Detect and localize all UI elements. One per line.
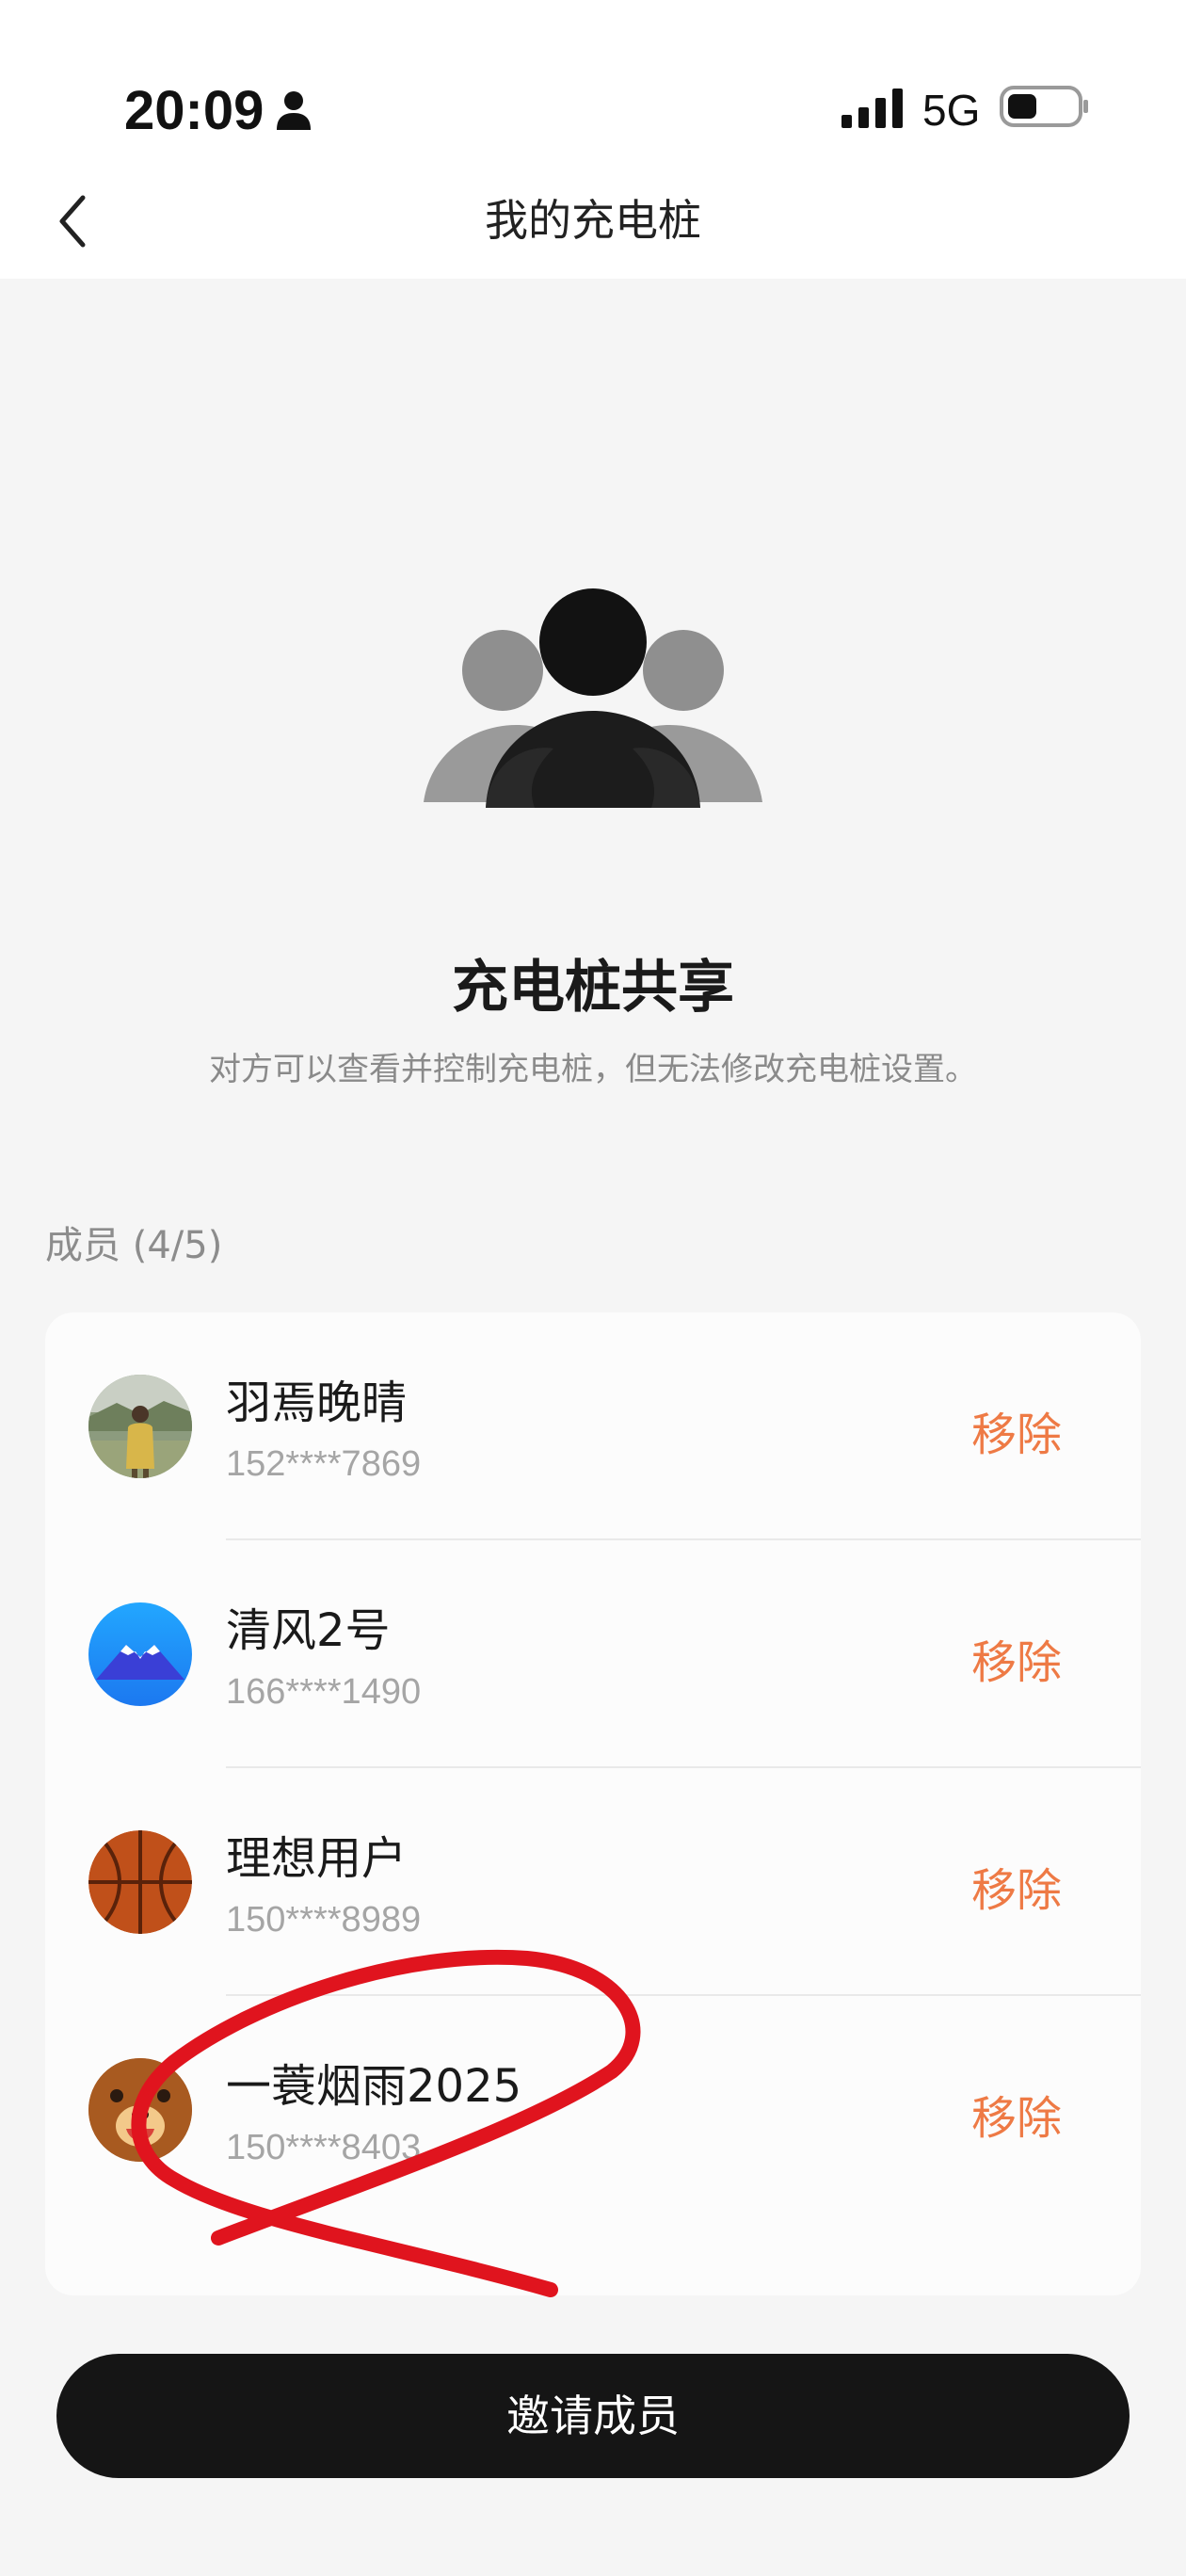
member-name: 羽焉晚晴 [226,1377,408,1429]
basketball-avatar [88,1830,192,1934]
group-icon [422,584,764,810]
member-name: 一蓑烟雨2025 [226,2060,522,2113]
remove-button[interactable]: 移除 [971,1853,1062,1919]
list-item: 一蓑烟雨2025 150****8403 移除 [45,1996,1141,2224]
page-title: 我的充电桩 [485,195,701,246]
list-item: 理想用户 150****8989 移除 [45,1768,1141,1996]
bear-avatar [88,2058,192,2162]
status-time: 20:09 [124,80,264,141]
member-phone: 152****7869 [226,1444,422,1484]
remove-button[interactable]: 移除 [971,2081,1062,2147]
nav-bar: 我的充电桩 [0,160,1186,279]
list-item: 羽焉晚晴 152****7869 移除 [45,1312,1141,1540]
battery-icon [1000,85,1090,128]
person-icon [275,90,313,130]
network-type: 5G [922,86,981,135]
member-list: 羽焉晚晴 152****7869 移除 清风2号 166****1490 移除 … [45,1312,1141,2295]
share-description: 对方可以查看并控制充电桩，但无法修改充电桩设置。 [209,1051,977,1088]
status-bar: 20:09 5G [0,0,1186,160]
share-title: 充电桩共享 [452,955,734,1021]
member-name: 清风2号 [226,1604,391,1657]
list-item: 清风2号 166****1490 移除 [45,1540,1141,1768]
member-phone: 166****1490 [226,1672,422,1712]
signal-icon [840,87,906,128]
remove-button[interactable]: 移除 [971,1625,1062,1691]
mountain-avatar [88,1602,192,1706]
remove-button[interactable]: 移除 [971,1397,1062,1463]
page: 20:09 5G 我的充电桩 充电桩共享 对方可以查看并控制充电桩，但无法修改充… [0,0,1186,2576]
photo-avatar [88,1375,192,1478]
invite-member-button[interactable]: 邀请成员 [56,2354,1130,2478]
member-name: 理想用户 [226,1832,408,1885]
member-phone: 150****8989 [226,1900,422,1940]
members-label: 成员 (4/5) [45,1224,223,1267]
member-phone: 150****8403 [226,2128,422,2167]
